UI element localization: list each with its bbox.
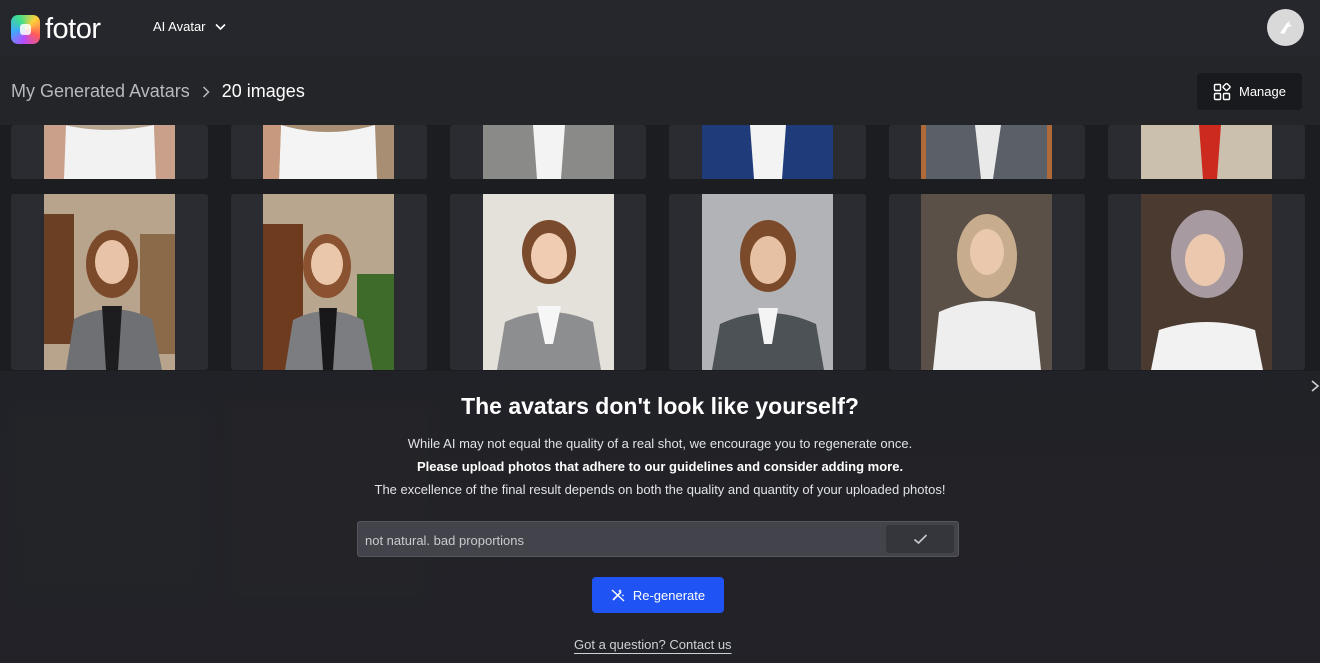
- breadcrumb-my-generated-avatars[interactable]: My Generated Avatars: [11, 81, 190, 102]
- avatar-image: [921, 125, 1052, 179]
- avatar-card[interactable]: [231, 194, 427, 370]
- manage-button[interactable]: Manage: [1197, 73, 1302, 110]
- avatar-card[interactable]: [1108, 125, 1305, 179]
- feedback-overlay: The avatars don't look like yourself? Wh…: [0, 371, 1320, 663]
- avatar-image: [483, 125, 614, 179]
- avatar-image: [702, 125, 833, 179]
- avatar-card[interactable]: [889, 194, 1085, 370]
- dialog-message-3: The excellence of the final result depen…: [374, 482, 946, 497]
- fotor-logo-icon: [11, 15, 40, 44]
- avatar-card[interactable]: [669, 125, 866, 179]
- fotor-logo[interactable]: fotor: [11, 13, 101, 46]
- avatar-card[interactable]: [889, 125, 1085, 179]
- feedback-input[interactable]: [365, 530, 885, 550]
- avatar-gallery: My Generated Avatars 20 images Manage Th…: [0, 57, 1320, 663]
- chevron-down-icon: [214, 23, 226, 30]
- manage-button-label: Manage: [1239, 84, 1286, 99]
- avatar-card[interactable]: [11, 194, 208, 370]
- avatar-image: [263, 194, 394, 370]
- avatar-card[interactable]: [11, 125, 208, 179]
- regenerate-dialog: The avatars don't look like yourself? Wh…: [0, 371, 1320, 663]
- close-icon[interactable]: [1310, 379, 1320, 393]
- dialog-message-2: Please upload photos that adhere to our …: [416, 459, 904, 474]
- confirm-feedback-button[interactable]: [886, 525, 954, 553]
- avatar-image: [44, 125, 175, 179]
- magic-wand-icon: [611, 589, 625, 602]
- user-avatar-icon: [1279, 20, 1292, 34]
- avatar-image: [1141, 125, 1272, 179]
- avatar-card[interactable]: [450, 125, 646, 179]
- dialog-message-1: While AI may not equal the quality of a …: [407, 436, 913, 451]
- contact-us-link[interactable]: Got a question? Contact us: [574, 637, 732, 652]
- avatar-image: [44, 194, 175, 370]
- ai-avatar-menu-label: AI Avatar: [153, 19, 206, 34]
- grid-manage-icon: [1213, 82, 1231, 100]
- user-avatar[interactable]: [1267, 9, 1304, 46]
- feedback-field: [357, 521, 959, 557]
- avatar-card[interactable]: [231, 125, 427, 179]
- avatar-card[interactable]: [1108, 194, 1305, 370]
- avatar-image: [1141, 194, 1272, 370]
- avatar-image: [483, 194, 614, 370]
- chevron-right-icon: [202, 85, 210, 98]
- avatar-image: [921, 194, 1052, 370]
- avatar-image: [263, 125, 394, 179]
- ai-avatar-menu[interactable]: AI Avatar: [153, 19, 226, 34]
- brand-name: fotor: [45, 13, 101, 45]
- breadcrumb-image-count: 20 images: [221, 81, 305, 101]
- dialog-title: The avatars don't look like yourself?: [461, 393, 859, 419]
- breadcrumb: My Generated Avatars 20 images: [11, 81, 305, 102]
- check-icon: [913, 534, 927, 545]
- avatar-card[interactable]: [669, 194, 866, 370]
- regenerate-button[interactable]: Re-generate: [592, 577, 724, 613]
- regenerate-button-label: Re-generate: [632, 587, 706, 603]
- avatar-image: [702, 194, 833, 370]
- top-bar: fotor AI Avatar: [0, 0, 1320, 57]
- gallery-header: My Generated Avatars 20 images Manage: [0, 57, 1320, 125]
- avatar-card[interactable]: [450, 194, 646, 370]
